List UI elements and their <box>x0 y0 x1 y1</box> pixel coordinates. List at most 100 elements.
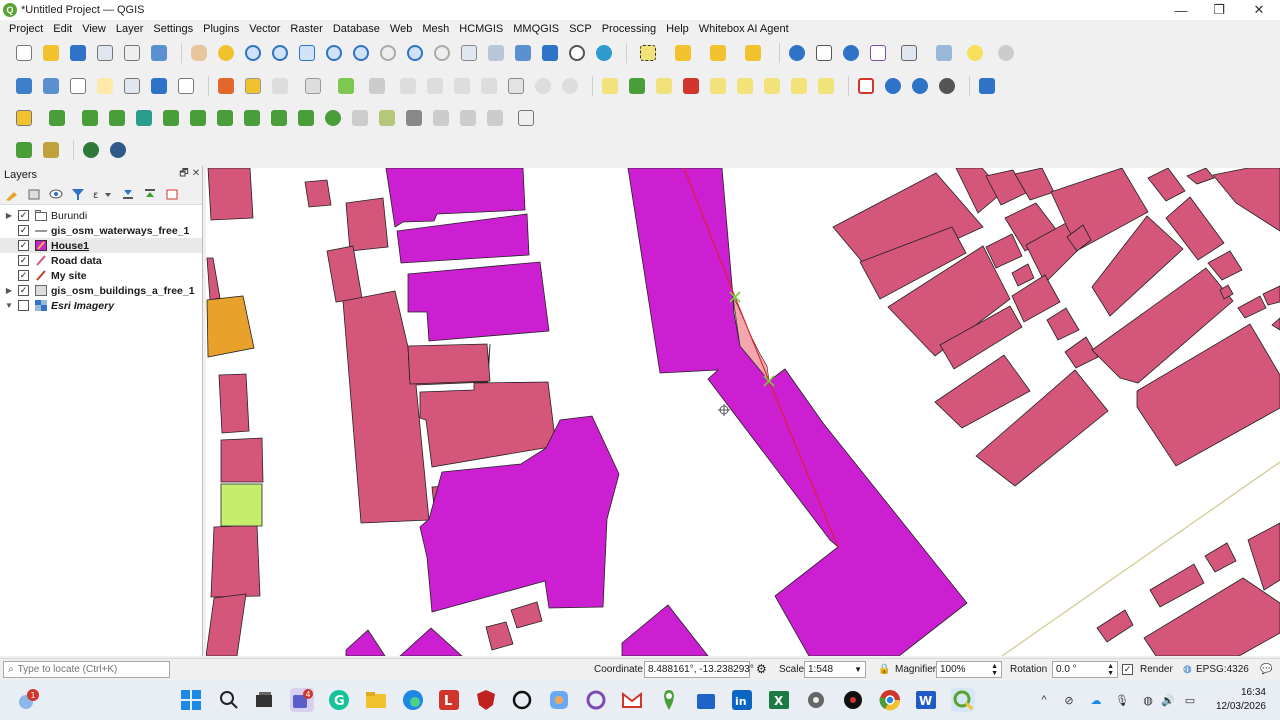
rotate-point-symbols-icon[interactable] <box>457 107 479 129</box>
delete-part-icon[interactable] <box>268 107 290 129</box>
building[interactable] <box>207 168 254 221</box>
building[interactable] <box>1247 522 1280 591</box>
split-features-icon[interactable] <box>349 107 371 129</box>
delete-selected-icon[interactable] <box>424 75 446 97</box>
orange-building[interactable] <box>206 295 255 358</box>
layer-visibility-checkbox[interactable]: ✓ <box>18 285 29 296</box>
building[interactable] <box>210 524 261 598</box>
rotation-field[interactable]: 0.0 ° ▲ ▼ <box>1052 661 1118 678</box>
redo-icon[interactable] <box>559 75 581 97</box>
filter-by-expression-icon[interactable]: ε <box>92 186 114 202</box>
building[interactable] <box>218 373 250 434</box>
house1-feature[interactable] <box>345 629 386 656</box>
menu-scp[interactable]: SCP <box>564 23 597 35</box>
new-3d-map-view-icon[interactable] <box>485 42 507 64</box>
building[interactable] <box>485 621 514 651</box>
word-icon[interactable]: W <box>914 688 938 712</box>
globe-icon[interactable] <box>882 75 904 97</box>
select-features-icon[interactable] <box>633 42 663 64</box>
layer-visibility-checkbox[interactable]: ✓ <box>18 255 29 266</box>
current-edits-icon[interactable] <box>215 75 237 97</box>
menu-processing[interactable]: Processing <box>597 23 661 35</box>
zoom-last-icon[interactable] <box>404 42 426 64</box>
show-hidden-icons-icon[interactable]: ^ <box>1036 692 1052 708</box>
task-view-icon[interactable] <box>252 688 276 712</box>
layer-visibility-checkbox[interactable]: ✓ <box>18 270 29 281</box>
show-bookmarks-icon[interactable] <box>539 42 561 64</box>
minimize-button[interactable]: — <box>1162 0 1200 20</box>
add-polygon-feature-icon[interactable] <box>335 75 357 97</box>
move-label-icon[interactable] <box>761 75 783 97</box>
toggle-extents-icon[interactable]: ⚙ <box>756 662 767 676</box>
close-panel-button[interactable]: ✕ <box>190 168 202 180</box>
remove-layer-icon[interactable] <box>164 186 180 202</box>
menu-database[interactable]: Database <box>328 23 385 35</box>
layer-visibility-checkbox[interactable]: ✓ <box>18 225 29 236</box>
menu-vector[interactable]: Vector <box>244 23 285 35</box>
spinner-icon[interactable]: ▲ ▼ <box>1107 663 1114 677</box>
new-map-view-icon[interactable] <box>458 42 480 64</box>
lock-icon[interactable]: 🔒 <box>878 664 890 675</box>
refresh-icon[interactable] <box>593 42 615 64</box>
building[interactable] <box>1096 609 1134 643</box>
delete-ring-icon[interactable] <box>241 107 263 129</box>
building[interactable] <box>1237 295 1267 319</box>
collapse-all-icon[interactable] <box>142 186 158 202</box>
building[interactable] <box>1064 336 1099 369</box>
menu-layer[interactable]: Layer <box>111 23 149 35</box>
render-checkbox[interactable]: ✓ <box>1122 664 1133 675</box>
offset-point-symbols-icon[interactable] <box>484 107 506 129</box>
maximize-button[interactable]: ❐ <box>1200 0 1238 20</box>
geometry-checker-icon[interactable] <box>855 75 877 97</box>
building[interactable] <box>1149 563 1205 608</box>
menu-edit[interactable]: Edit <box>48 23 77 35</box>
open-project-icon[interactable] <box>40 42 62 64</box>
pin-labels-icon[interactable] <box>707 75 729 97</box>
advanced-digitizing-icon[interactable] <box>13 107 35 129</box>
cut-features-icon[interactable] <box>451 75 473 97</box>
building[interactable] <box>407 343 491 385</box>
building[interactable] <box>1204 542 1237 573</box>
open-attribute-table-icon[interactable] <box>813 42 835 64</box>
add-group-icon[interactable] <box>26 186 42 202</box>
filter-legend-icon[interactable] <box>70 186 86 202</box>
print-layout-icon[interactable] <box>121 42 143 64</box>
plugin-settings-gear-icon[interactable] <box>107 139 129 161</box>
fill-ring-icon[interactable] <box>106 107 128 129</box>
zoom-next-icon[interactable] <box>431 42 453 64</box>
locator-input[interactable] <box>17 664 158 675</box>
toggle-label-display-icon[interactable] <box>680 75 702 97</box>
layer-visibility-checkbox[interactable]: ✓ <box>18 240 29 251</box>
zoom-to-selection-icon[interactable] <box>323 42 345 64</box>
building[interactable] <box>345 197 389 252</box>
building[interactable] <box>326 245 363 303</box>
chatgpt-icon[interactable] <box>510 688 534 712</box>
weather-widget-icon[interactable]: 1 <box>16 688 40 712</box>
file-explorer-icon[interactable] <box>364 688 388 712</box>
menu-view[interactable]: View <box>77 23 111 35</box>
new-scratch-layer-icon[interactable] <box>94 75 116 97</box>
expand-all-icon[interactable] <box>120 186 136 202</box>
menu-whitebox-ai-agent[interactable]: Whitebox AI Agent <box>694 23 794 35</box>
search-icon[interactable] <box>217 688 241 712</box>
save-as-icon[interactable] <box>94 42 116 64</box>
change-label-icon[interactable] <box>815 75 837 97</box>
earth-engine-icon[interactable] <box>80 139 102 161</box>
copilot-icon[interactable] <box>547 688 571 712</box>
globe-settings-icon[interactable] <box>909 75 931 97</box>
temporal-controller-icon[interactable] <box>566 42 588 64</box>
new-spatial-bookmark-icon[interactable] <box>512 42 534 64</box>
building[interactable] <box>1271 317 1280 331</box>
open-table-icon[interactable] <box>894 42 924 64</box>
building[interactable] <box>1212 168 1280 232</box>
modify-attributes-icon[interactable] <box>397 75 419 97</box>
wifi-icon[interactable]: ◍ <box>1140 692 1156 708</box>
statistical-summary-icon[interactable] <box>867 42 889 64</box>
quickmapservices-icon[interactable] <box>13 139 35 161</box>
network-off-icon[interactable]: ⊘ <box>1061 692 1077 708</box>
magnifier-field[interactable]: 100% ▲ ▼ <box>936 661 1002 678</box>
add-vector-tile-icon[interactable] <box>175 75 197 97</box>
float-panel-button[interactable]: 🗗 <box>178 168 190 180</box>
menu-raster[interactable]: Raster <box>285 23 327 35</box>
store-icon[interactable] <box>694 688 718 712</box>
